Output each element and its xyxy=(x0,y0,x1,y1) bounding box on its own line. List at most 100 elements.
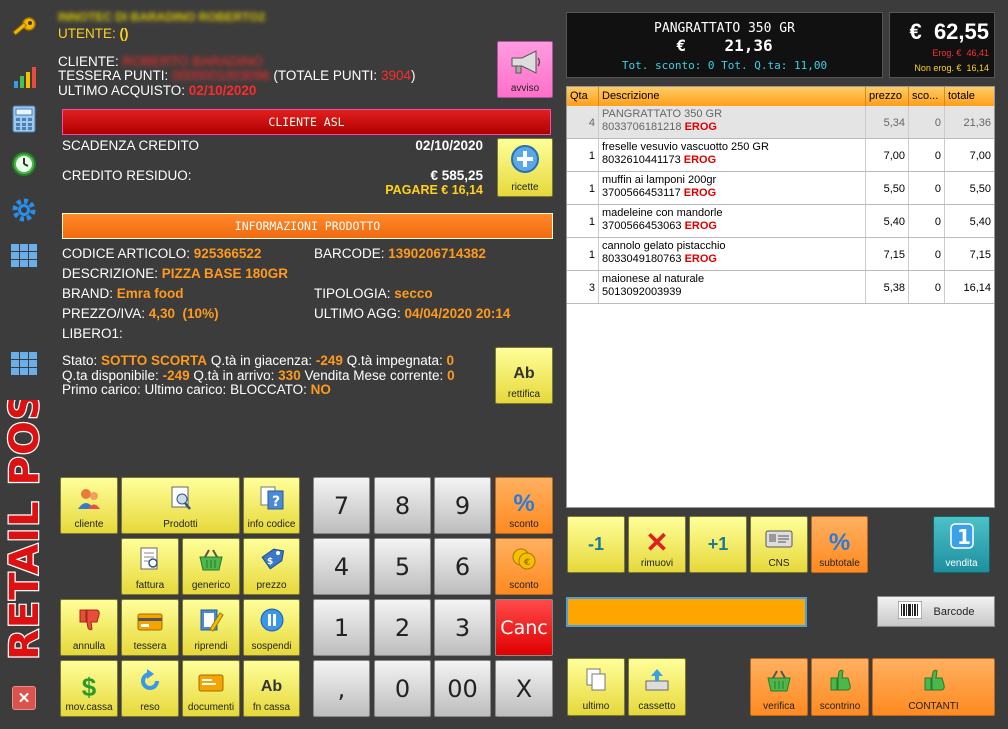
key-9[interactable]: 9 xyxy=(434,477,491,534)
mov-cassa-button[interactable]: $ mov.cassa xyxy=(60,660,118,717)
cassetto-button[interactable]: cassetto xyxy=(628,658,686,716)
key-7[interactable]: 7 xyxy=(313,477,370,534)
table-row[interactable]: 3 maionese al naturale 5013092003939 5,38… xyxy=(567,271,994,304)
key-x[interactable]: X xyxy=(495,660,553,717)
header-descrizione[interactable]: Descrizione xyxy=(599,87,866,106)
header-prezzo[interactable]: prezzo xyxy=(866,87,909,106)
minus-one-button[interactable]: -1 xyxy=(567,516,625,573)
chart-icon[interactable] xyxy=(9,62,39,92)
avviso-button[interactable]: avviso xyxy=(497,41,553,98)
key-comma[interactable]: , xyxy=(313,660,370,717)
totale-punti-close: ) xyxy=(411,68,416,83)
grid-icon[interactable] xyxy=(9,241,39,271)
barcode-input[interactable] xyxy=(566,597,807,627)
scontrino-button[interactable]: scontrino xyxy=(811,658,869,716)
riprendi-button[interactable]: riprendi xyxy=(182,599,240,656)
rimuovi-button[interactable]: ✕ rimuovi xyxy=(628,516,686,573)
sconto-percent-button[interactable]: % sconto xyxy=(495,477,553,534)
row-tag: EROG xyxy=(684,220,717,232)
cliente-button[interactable]: cliente xyxy=(60,477,118,534)
ultimo-button[interactable]: ultimo xyxy=(567,658,625,716)
clock-icon[interactable] xyxy=(9,149,39,179)
rettifica-button[interactable]: Ab rettifica xyxy=(495,347,553,404)
key-icon[interactable] xyxy=(9,14,39,44)
barcode-button-label: Barcode xyxy=(933,605,975,618)
sospendi-button[interactable]: sospendi xyxy=(243,599,300,656)
row-desc: maionese al naturale xyxy=(602,273,705,285)
plus-one-button[interactable]: +1 xyxy=(689,516,747,573)
prodotti-button[interactable]: Prodotti xyxy=(121,477,240,534)
sconto-money-button[interactable]: € sconto xyxy=(495,538,553,595)
help-document-icon: ? xyxy=(259,485,285,517)
subtotale-button[interactable]: % subtotale xyxy=(811,516,868,573)
reso-button[interactable]: reso xyxy=(121,660,179,717)
key-0[interactable]: 0 xyxy=(374,660,431,717)
tipologia-label: TIPOLOGIA: xyxy=(314,286,391,301)
row-desc: muffin ai lamponi 200gr xyxy=(602,174,717,186)
key-8[interactable]: 8 xyxy=(374,477,431,534)
non-erog-label: Non erog. € xyxy=(914,63,962,73)
table-row[interactable]: 1 freselle vesuvio vascuotto 250 GR 80326… xyxy=(567,139,994,172)
cns-label: CNS xyxy=(768,558,790,569)
totale-punti-label: (TOTALE PUNTI: xyxy=(273,68,378,83)
row-sconto: 0 xyxy=(909,238,945,270)
residuo-value: € 585,25 xyxy=(430,168,483,183)
prezzo-value: 4,30 (10%) xyxy=(148,306,219,321)
cns-button[interactable]: CNS xyxy=(750,516,808,573)
calculator-icon[interactable] xyxy=(9,104,39,134)
header-qta[interactable]: Qta xyxy=(567,87,599,106)
arrivo-label: Q.tà in arrivo: xyxy=(193,368,275,383)
display-price: € 21,36 xyxy=(676,36,773,55)
ricette-button[interactable]: ricette xyxy=(497,138,553,197)
row-qta: 1 xyxy=(567,238,599,270)
svg-text:$: $ xyxy=(267,557,273,567)
row-sconto: 0 xyxy=(909,271,945,303)
row-qta: 3 xyxy=(567,271,599,303)
basket-icon xyxy=(197,548,225,578)
gear-icon[interactable] xyxy=(9,195,39,225)
fn-cassa-button[interactable]: Ab fn cassa xyxy=(243,660,300,717)
table-row[interactable]: 1 cannolo gelato pistacchio 8033049180763… xyxy=(567,238,994,271)
table-row[interactable]: 1 madeleine con mandorle 3700566453063 ER… xyxy=(567,205,994,238)
price-tag-icon: $ xyxy=(258,546,286,578)
fattura-button[interactable]: fattura xyxy=(121,538,179,595)
canc-button[interactable]: Canc xyxy=(495,599,553,656)
close-button[interactable]: ✕ xyxy=(12,686,36,710)
prezzo-label: prezzo xyxy=(256,580,287,591)
documenti-button[interactable]: documenti xyxy=(182,660,240,717)
contanti-button[interactable]: CONTANTI xyxy=(872,658,995,716)
table-row[interactable]: 1 muffin ai lamponi 200gr 3700566453117 E… xyxy=(567,172,994,205)
tipologia-value: secco xyxy=(394,286,433,301)
header-sconto[interactable]: sco... xyxy=(909,87,945,106)
megaphone-icon xyxy=(508,49,542,81)
ultimo-agg-value: 04/04/2020 20:14 xyxy=(404,306,511,321)
vendita-button[interactable]: 1 vendita xyxy=(933,516,990,573)
verifica-button[interactable]: verifica xyxy=(750,658,808,716)
prezzo-button[interactable]: $ prezzo xyxy=(243,538,300,595)
info-codice-button[interactable]: ? info codice xyxy=(243,477,300,534)
erog-value: 46,41 xyxy=(966,48,989,58)
table-row[interactable]: 4 PANGRATTATO 350 GR 8033706181218 EROG 5… xyxy=(567,106,994,139)
row-qta: 1 xyxy=(567,205,599,237)
row-tag: EROG xyxy=(683,187,717,199)
user-icon xyxy=(76,487,102,517)
utente-label: UTENTE: xyxy=(58,26,116,41)
row-desc: cannolo gelato pistacchio xyxy=(602,240,726,252)
key-6[interactable]: 6 xyxy=(434,538,491,595)
key-3[interactable]: 3 xyxy=(434,599,491,656)
header-totale[interactable]: totale xyxy=(945,87,994,106)
percent-icon: % xyxy=(513,490,535,517)
key-4[interactable]: 4 xyxy=(313,538,370,595)
key-2[interactable]: 2 xyxy=(374,599,431,656)
grid-icon[interactable] xyxy=(9,349,39,379)
barcode-value: 1390206714382 xyxy=(388,246,486,261)
tessera-button[interactable]: tessera xyxy=(121,599,179,656)
documenti-label: documenti xyxy=(187,702,235,713)
key-00[interactable]: 00 xyxy=(434,660,491,717)
key-5[interactable]: 5 xyxy=(374,538,431,595)
total-panel: € 62,55 Erog. € 46,41 Non erog. € 16,14 xyxy=(889,12,995,78)
annulla-button[interactable]: annulla xyxy=(60,599,118,656)
generico-button[interactable]: generico xyxy=(182,538,240,595)
key-1[interactable]: 1 xyxy=(313,599,370,656)
barcode-button[interactable]: Barcode xyxy=(877,596,995,627)
